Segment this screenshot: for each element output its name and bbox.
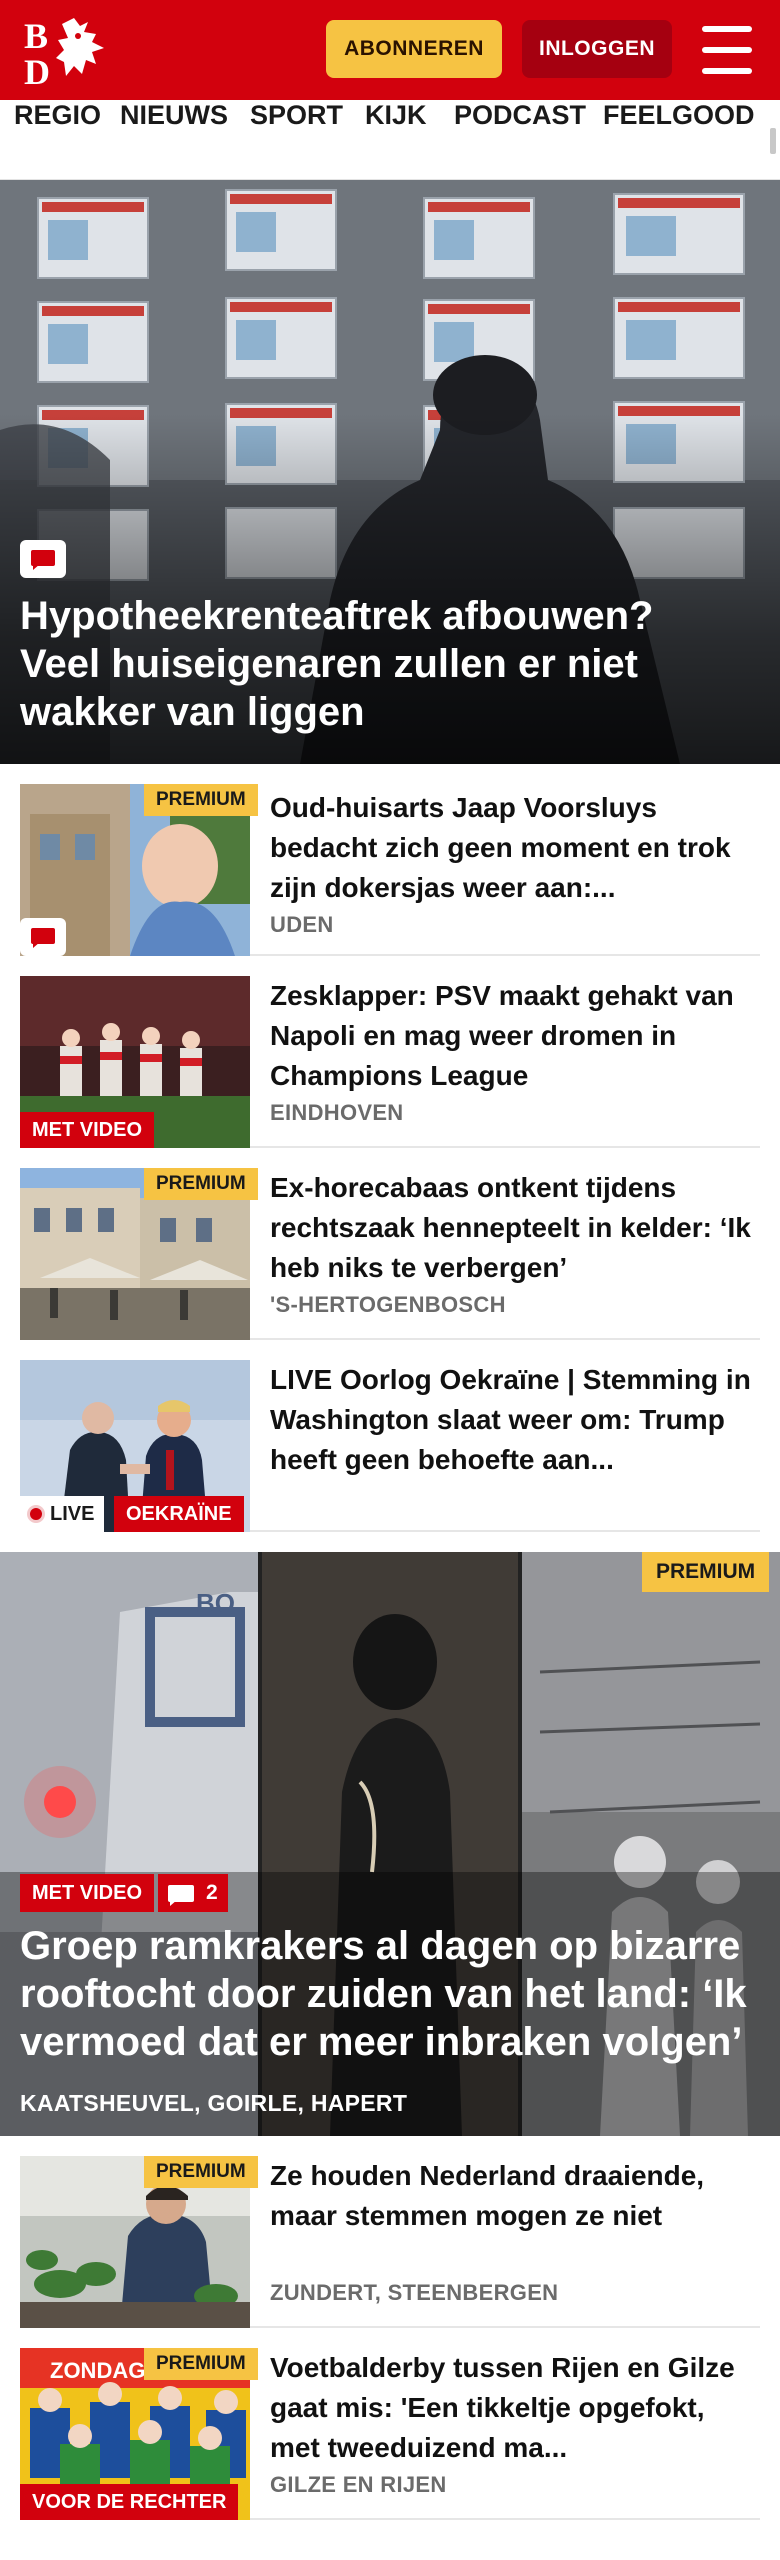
bd-logo[interactable]: B D <box>22 14 118 92</box>
topic-label: OEKRAÏNE <box>114 1496 244 1532</box>
article-location: UDEN <box>270 912 334 937</box>
article-headline[interactable]: Voetbalderby tussen Rijen en Gilze gaat … <box>270 2348 760 2468</box>
topic-label: VOOR DE RECHTER <box>20 2484 239 2520</box>
hamburger-menu-icon[interactable] <box>696 22 758 78</box>
subscribe-button[interactable]: ABONNEREN <box>326 20 502 78</box>
list-item[interactable]: LIVE OEKRAÏNE LIVE Oorlog Oekraïne | Ste… <box>20 1360 760 1532</box>
feature-headline[interactable]: Groep ramkrakers al dagen op bizarre roo… <box>20 1922 760 2066</box>
video-label: MET VIDEO <box>20 1874 155 1912</box>
nav-item-regio[interactable]: REGIO <box>14 100 101 179</box>
article-location: GILZE EN RIJEN <box>270 2472 447 2497</box>
nav-item-kijk[interactable]: KIJK <box>365 100 427 179</box>
video-label: MET VIDEO <box>20 1112 155 1148</box>
nav-item-feelgood[interactable]: FEELGOOD <box>603 100 755 179</box>
svg-text:D: D <box>24 52 50 86</box>
article-headline[interactable]: Oud-huisarts Jaap Voorsluys bedacht zich… <box>270 788 760 908</box>
article-location: EINDHOVEN <box>270 1100 404 1125</box>
list-item[interactable]: PREMIUM Ex-horecabaas ontkent tijdens re… <box>20 1168 760 1340</box>
article-headline[interactable]: Zesklapper: PSV maakt gehakt van Napoli … <box>270 976 760 1096</box>
feature-location: KAATSHEUVEL, GOIRLE, HAPERT <box>20 2090 408 2116</box>
svg-text:B: B <box>24 16 48 56</box>
comment-count-badge: 2 <box>158 1874 228 1912</box>
comment-icon <box>20 540 66 578</box>
premium-badge: PREMIUM <box>144 2156 258 2188</box>
hero-article[interactable]: Hypotheekrenteaftrek afbouwen? Veel huis… <box>0 180 780 764</box>
hero-headline[interactable]: Hypotheekrenteaftrek afbouwen? Veel huis… <box>20 592 740 736</box>
svg-text:BO: BO <box>196 1588 235 1618</box>
nav-item-nieuws[interactable]: NIEUWS <box>120 100 228 179</box>
list-item[interactable]: ZONDAG 1 PREMIUM VOOR DE RECHTER Voetbal… <box>20 2348 760 2520</box>
comment-icon <box>20 918 66 956</box>
article-location: 'S-HERTOGENBOSCH <box>270 1292 506 1317</box>
list-item[interactable]: PREMIUM Oud-huisarts Jaap Voorsluys beda… <box>20 784 760 956</box>
premium-badge: PREMIUM <box>144 1168 258 1200</box>
nav-item-sport[interactable]: SPORT <box>250 100 343 179</box>
article-headline[interactable]: Ze houden Nederland draaiende, maar stem… <box>270 2156 760 2236</box>
premium-badge: PREMIUM <box>144 784 258 816</box>
article-headline[interactable]: LIVE Oorlog Oekraïne | Stemming in Washi… <box>270 1360 760 1480</box>
section-nav: REGIO NIEUWS SPORT KIJK PODCAST FEELGOOD <box>0 100 780 180</box>
nav-overflow-indicator <box>770 128 776 154</box>
live-dot-icon <box>30 1508 42 1520</box>
list-item[interactable]: PREMIUM Ze houden Nederland draaiende, m… <box>20 2156 760 2328</box>
article-location: ZUNDERT, STEENBERGEN <box>270 2280 559 2305</box>
live-label: LIVE <box>20 1496 105 1532</box>
article-headline[interactable]: Ex-horecabaas ontkent tijdens rechtszaak… <box>270 1168 760 1288</box>
list-item[interactable]: MET VIDEO Zesklapper: PSV maakt gehakt v… <box>20 976 760 1148</box>
nav-item-podcast[interactable]: PODCAST <box>454 100 586 179</box>
premium-badge: PREMIUM <box>144 2348 258 2380</box>
top-bar: B D ABONNEREN INLOGGEN <box>0 0 780 100</box>
login-button[interactable]: INLOGGEN <box>522 20 672 78</box>
premium-badge: PREMIUM <box>642 1552 770 1592</box>
